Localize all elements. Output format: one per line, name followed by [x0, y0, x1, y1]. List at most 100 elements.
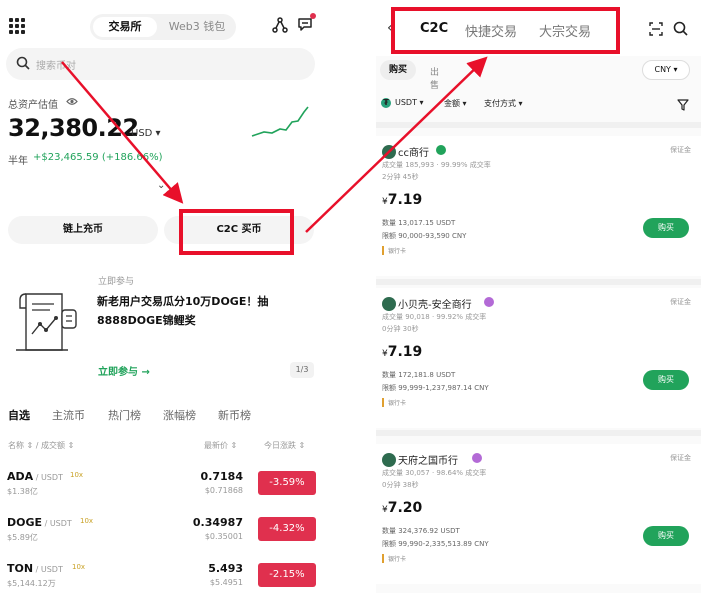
symbol-text: ADA: [7, 470, 34, 483]
network-icon[interactable]: [272, 17, 288, 33]
merchant-stats: 成交量 90,018 · 99.92% 成交率: [382, 313, 487, 321]
assets-sparkline: [251, 106, 309, 137]
promo-tag: 立即参与: [98, 277, 135, 287]
row-change-badge[interactable]: -2.15%: [258, 563, 316, 587]
symbol-text: DOGE: [7, 516, 43, 529]
merchant-name[interactable]: 天府之国币行: [398, 452, 458, 467]
pair-text: / USDT: [42, 519, 72, 528]
price-value: 7.20: [387, 500, 423, 516]
merchant-price: ¥7.20: [382, 500, 423, 516]
merchant-name[interactable]: 小贝壳-安全商行: [398, 296, 472, 311]
row-symbol: ADA / USDT: [7, 470, 63, 483]
screenshot-stage: 交易所 Web3 钱包 搜索币对 总资产估值 32,380.22 USD ▾ 半…: [0, 0, 701, 593]
row-usd-price: $0.71868: [204, 486, 243, 495]
buy-button[interactable]: 购买: [643, 218, 689, 238]
tab-hot[interactable]: 热门榜: [108, 407, 141, 423]
deposit-label: 保证金: [670, 298, 691, 306]
merchant-card[interactable]: 天府之国币行 保证金 成交量 30,057 · 98.64% 成交率 0分钟 3…: [376, 444, 701, 584]
price-value: 7.19: [387, 344, 423, 360]
tab-new-coins[interactable]: 新币榜: [218, 407, 251, 423]
buy-button[interactable]: 购买: [643, 370, 689, 390]
exchange-home-screen: 交易所 Web3 钱包 搜索币对 总资产估值 32,380.22 USD ▾ 半…: [0, 0, 326, 593]
divider: [376, 430, 701, 436]
total-assets-value: 32,380.22: [8, 114, 139, 142]
merchant-avatar: [382, 145, 396, 159]
row-volume: $5,144.12万: [7, 579, 56, 588]
promo-illustration-icon: [16, 293, 77, 351]
leverage-badge: 10x: [72, 563, 86, 571]
merchant-avatar: [382, 297, 396, 311]
price-value: 7.19: [387, 192, 423, 208]
promo-title[interactable]: 新老用户交易瓜分10万DOGE！抽8888DOGE锦鲤奖: [97, 292, 297, 330]
tab-sell[interactable]: 出售: [430, 65, 439, 91]
coin-filter[interactable]: USDT ▾: [395, 98, 424, 107]
top-bar: 交易所 Web3 钱包: [0, 10, 326, 42]
deposit-label: 保证金: [670, 146, 691, 154]
merchant-stats: 成交量 185,993 · 99.99% 成交率: [382, 161, 491, 169]
tab-gainers[interactable]: 涨幅榜: [163, 407, 196, 423]
tab-web3-wallet[interactable]: Web3 钱包: [162, 17, 232, 37]
tab-exchange[interactable]: 交易所: [93, 17, 157, 37]
market-row[interactable]: DOGE / USDT 10x $5.89亿 0.34987 $0.35001 …: [0, 516, 326, 560]
merchant-limit: 限额 90,000-93,590 CNY: [382, 232, 467, 240]
search-icon[interactable]: [673, 21, 688, 36]
assets-currency-dropdown[interactable]: USD ▾: [131, 128, 161, 139]
row-usd-price: $5.4951: [209, 578, 243, 587]
buy-button[interactable]: 购买: [643, 526, 689, 546]
payment-method: 银行卡: [382, 398, 406, 407]
onchain-deposit-button[interactable]: 链上充币: [8, 216, 158, 244]
merchant-stats: 成交量 30,057 · 98.64% 成交率: [382, 469, 487, 477]
row-price: 0.34987: [192, 516, 243, 529]
merchant-card[interactable]: 小贝壳-安全商行 保证金 成交量 90,018 · 99.92% 成交率 0分钟…: [376, 288, 701, 428]
row-volume: $5.89亿: [7, 533, 38, 542]
merchant-quantity: 数量 172,181.8 USDT: [382, 371, 456, 379]
deposit-label: 保证金: [670, 454, 691, 462]
merchant-quantity: 数量 324,376.92 USDT: [382, 527, 460, 535]
verified-badge-icon: [484, 297, 494, 307]
merchant-price: ¥7.19: [382, 192, 423, 208]
merchant-limit: 限额 99,999-1,237,987.14 CNY: [382, 384, 489, 392]
merchant-name[interactable]: cc商行: [398, 144, 429, 159]
amount-filter[interactable]: 金额 ▾: [444, 98, 467, 109]
chevron-down-icon[interactable]: ⌄: [157, 180, 165, 191]
eye-icon[interactable]: [66, 97, 78, 106]
promo-join-link[interactable]: 立即参与 →: [98, 363, 150, 378]
period-label: 半年: [8, 156, 28, 167]
row-symbol: DOGE / USDT: [7, 516, 72, 529]
merchant-response-time: 0分钟 38秒: [382, 481, 419, 489]
row-usd-price: $0.35001: [204, 532, 243, 541]
column-name-volume[interactable]: 名称 ⇕ / 成交额 ⇕: [8, 440, 74, 451]
tab-favorites[interactable]: 自选: [8, 407, 30, 423]
payment-filter[interactable]: 支付方式 ▾: [484, 98, 523, 109]
row-price: 0.7184: [200, 470, 243, 483]
pair-text: / USDT: [33, 565, 63, 574]
row-change-badge[interactable]: -3.59%: [258, 471, 316, 495]
scan-icon[interactable]: [649, 22, 663, 36]
market-row[interactable]: TON / USDT 10x $5,144.12万 5.493 $5.4951 …: [0, 562, 326, 593]
column-last-price[interactable]: 最新价 ⇕: [204, 440, 237, 451]
filter-funnel-icon[interactable]: [677, 99, 689, 111]
leverage-badge: 10x: [80, 517, 94, 525]
row-change-badge[interactable]: -4.32%: [258, 517, 316, 541]
merchant-response-time: 2分钟 45秒: [382, 173, 419, 181]
search-placeholder: 搜索币对: [36, 61, 76, 72]
c2c-highlight-box: [179, 209, 294, 255]
fiat-currency-select[interactable]: CNY ▾: [642, 60, 690, 80]
merchant-card[interactable]: cc商行 保证金 成交量 185,993 · 99.99% 成交率 2分钟 45…: [376, 136, 701, 276]
leverage-badge: 10x: [70, 471, 84, 479]
payment-method: 银行卡: [382, 554, 406, 563]
tab-buy[interactable]: 购买: [380, 60, 416, 80]
c2c-trading-screen: ‹ C2C 快捷交易 大宗交易 购买 出售 CNY ▾ ₮ USDT ▾ 金额 …: [376, 0, 701, 593]
merchant-response-time: 0分钟 30秒: [382, 325, 419, 333]
apps-grid-icon[interactable]: [9, 18, 25, 34]
usdt-coin-icon: ₮: [381, 98, 391, 108]
column-day-change[interactable]: 今日涨跌 ⇕: [264, 440, 305, 451]
tab-mainstream[interactable]: 主流币: [52, 407, 85, 423]
search-bar[interactable]: 搜索币对: [6, 48, 315, 80]
row-volume: $1.38亿: [7, 487, 38, 496]
market-row[interactable]: ADA / USDT 10x $1.38亿 0.7184 $0.71868 -3…: [0, 470, 326, 514]
verified-badge-icon: [472, 453, 482, 463]
notification-dot: [310, 13, 316, 19]
promo-pager: 1/3: [290, 362, 314, 378]
payment-method: 银行卡: [382, 246, 406, 255]
